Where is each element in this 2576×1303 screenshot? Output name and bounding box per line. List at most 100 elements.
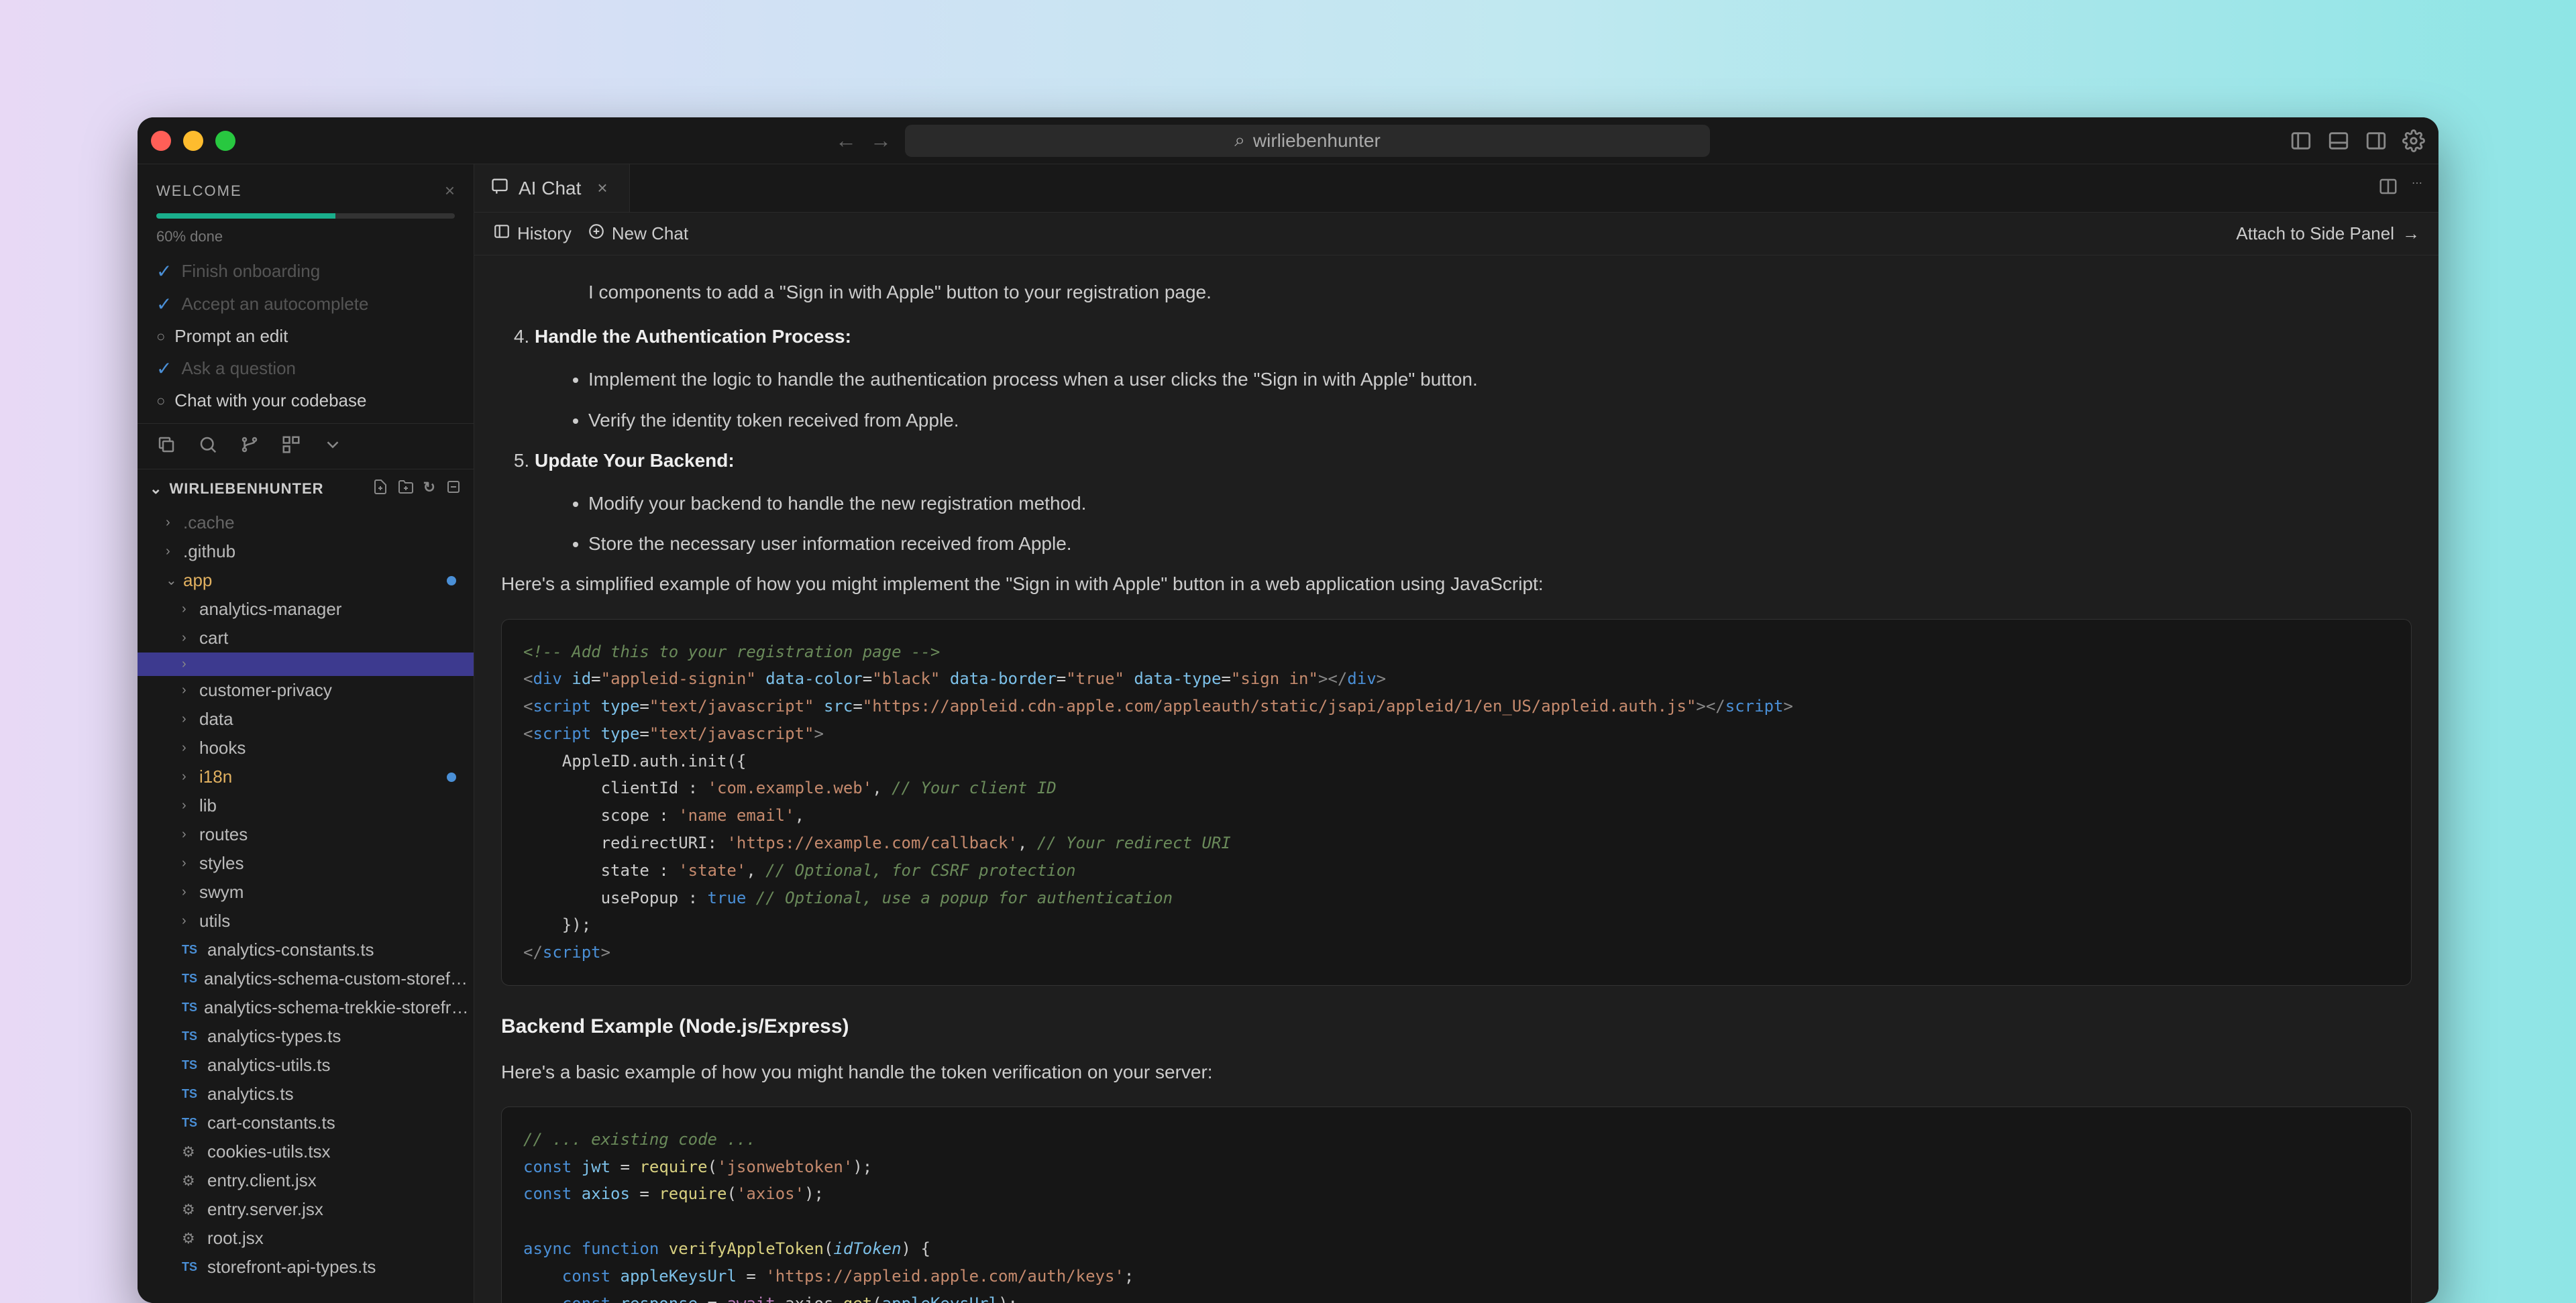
welcome-item[interactable]: ○Prompt an edit: [156, 326, 455, 347]
tree-item[interactable]: ⚙cookies-utils.tsx: [138, 1137, 474, 1166]
tree-item[interactable]: ›routes: [138, 820, 474, 849]
history-button[interactable]: History: [493, 223, 572, 245]
close-icon[interactable]: ×: [597, 178, 607, 199]
tree-item[interactable]: ›utils: [138, 907, 474, 936]
tree-item[interactable]: ⚙entry.client.jsx: [138, 1166, 474, 1195]
tree-item[interactable]: ›.github: [138, 537, 474, 566]
chat-content: I components to add a "Sign in with Appl…: [474, 256, 2438, 1303]
tree-item[interactable]: ›lib: [138, 791, 474, 820]
code-block-js: <!-- Add this to your registration page …: [501, 619, 2412, 986]
bullet-item: Store the necessary user information rec…: [588, 528, 2412, 559]
tree-item[interactable]: › data: [138, 705, 474, 734]
chevron-right-icon: ›: [182, 769, 193, 785]
chat-fragment: I components to add a "Sign in with Appl…: [588, 277, 2412, 308]
tab-bar: AI Chat × ⋯: [474, 164, 2438, 213]
titlebar: ← → ⌕ wirliebenhunter: [138, 117, 2438, 164]
tree-item[interactable]: ›analytics-manager: [138, 595, 474, 624]
tree-item[interactable]: ›styles: [138, 849, 474, 878]
explorer-header[interactable]: ⌄ WIRLIEBENHUNTER ↻: [138, 469, 474, 508]
layout-right-icon[interactable]: [2365, 129, 2387, 152]
minimize-window[interactable]: [183, 131, 203, 151]
tree-label: analytics-types.ts: [207, 1026, 341, 1047]
tree-item[interactable]: ›swym: [138, 878, 474, 907]
chat-toolbar: History New Chat Attach to Side Panel →: [474, 213, 2438, 256]
new-file-icon[interactable]: [372, 479, 388, 499]
tree-item[interactable]: › .cache: [138, 508, 474, 537]
welcome-item[interactable]: ✓Finish onboarding: [156, 260, 455, 282]
tree-label: cart: [199, 628, 228, 648]
tree-label: styles: [199, 853, 244, 874]
modified-badge: [447, 576, 456, 585]
progress-text: 60% done: [156, 228, 455, 245]
branch-icon[interactable]: [239, 435, 260, 458]
chevron-right-icon: ›: [166, 515, 176, 530]
tree-item[interactable]: › cart: [138, 624, 474, 653]
tree-label: swym: [199, 882, 244, 903]
tree-label: cart-constants.ts: [207, 1113, 335, 1133]
tree-item[interactable]: TSanalytics-constants.ts: [138, 936, 474, 964]
search-icon[interactable]: [198, 435, 218, 458]
chevron-down-icon: ⌄: [150, 480, 162, 498]
nav-forward-icon[interactable]: →: [870, 128, 892, 153]
tree-label: .cache: [183, 512, 235, 533]
chevron-right-icon: ›: [182, 630, 193, 646]
welcome-item[interactable]: ✓Accept an autocomplete: [156, 293, 455, 315]
tree-label: i18n: [199, 767, 232, 787]
copy-icon[interactable]: [156, 435, 176, 458]
more-icon[interactable]: ⋯: [2412, 176, 2422, 200]
maximize-window[interactable]: [215, 131, 235, 151]
tree-label: analytics-schema-trekkie-storefr…: [204, 997, 468, 1018]
app-window: ← → ⌕ wirliebenhunter WELCO: [138, 117, 2438, 1303]
tree-item[interactable]: ›: [138, 653, 474, 676]
new-chat-button[interactable]: New Chat: [588, 223, 688, 245]
split-editor-icon[interactable]: [2378, 176, 2398, 200]
close-window[interactable]: [151, 131, 171, 151]
react-icon: ⚙: [182, 1143, 201, 1161]
tree-label: data: [199, 709, 233, 730]
nav-back-icon[interactable]: ←: [835, 128, 857, 153]
tree-label: app: [183, 570, 212, 591]
gear-icon[interactable]: [2402, 129, 2425, 152]
tree-label: hooks: [199, 738, 246, 758]
tree-item[interactable]: TSanalytics-types.ts: [138, 1022, 474, 1051]
tree-label: .github: [183, 541, 235, 562]
backend-intro: Here's a basic example of how you might …: [501, 1057, 2412, 1088]
tree-item[interactable]: TSanalytics.ts: [138, 1080, 474, 1109]
close-icon[interactable]: ×: [445, 180, 455, 201]
check-icon: ✓: [156, 293, 172, 315]
typescript-icon: TS: [182, 1116, 201, 1130]
welcome-item[interactable]: ✓Ask a question: [156, 357, 455, 380]
layout-left-icon[interactable]: [2290, 129, 2312, 152]
tree-item[interactable]: TSanalytics-schema-custom-storef…: [138, 964, 474, 993]
layout-bottom-icon[interactable]: [2327, 129, 2350, 152]
tree-item[interactable]: TSanalytics-schema-trekkie-storefr…: [138, 993, 474, 1022]
tree-item[interactable]: ⚙root.jsx: [138, 1224, 474, 1253]
tree-item[interactable]: ›hooks: [138, 734, 474, 762]
search-input[interactable]: ⌕ wirliebenhunter: [905, 125, 1710, 157]
welcome-label: Prompt an edit: [174, 326, 288, 347]
search-icon: ⌕: [1234, 129, 1245, 152]
tree-item[interactable]: › i18n: [138, 762, 474, 791]
tree-item[interactable]: ›customer-privacy: [138, 676, 474, 705]
tree-item[interactable]: TSanalytics-utils.ts: [138, 1051, 474, 1080]
attach-side-panel-button[interactable]: Attach to Side Panel →: [2236, 223, 2420, 244]
tree-item[interactable]: ⚙entry.server.jsx: [138, 1195, 474, 1224]
new-folder-icon[interactable]: [398, 479, 414, 499]
tree-item[interactable]: TS cart-constants.ts: [138, 1109, 474, 1137]
welcome-label: Ask a question: [181, 358, 296, 379]
tree-label: utils: [199, 911, 230, 931]
chat-icon: [490, 176, 509, 200]
extensions-icon[interactable]: [281, 435, 301, 458]
welcome-item[interactable]: ○Chat with your codebase: [156, 390, 455, 411]
tree-item[interactable]: ⌄app: [138, 566, 474, 595]
refresh-icon[interactable]: ↻: [423, 479, 436, 499]
collapse-icon[interactable]: [445, 479, 462, 499]
chevron-down-icon[interactable]: [323, 435, 343, 458]
tree-item[interactable]: TSstorefront-api-types.ts: [138, 1253, 474, 1282]
tree-label: entry.server.jsx: [207, 1199, 323, 1220]
chevron-right-icon: ›: [182, 712, 193, 727]
tree-label: analytics.ts: [207, 1084, 294, 1104]
tab-ai-chat[interactable]: AI Chat ×: [474, 164, 630, 212]
tree-label: entry.client.jsx: [207, 1170, 317, 1191]
bullet-item: Modify your backend to handle the new re…: [588, 488, 2412, 519]
